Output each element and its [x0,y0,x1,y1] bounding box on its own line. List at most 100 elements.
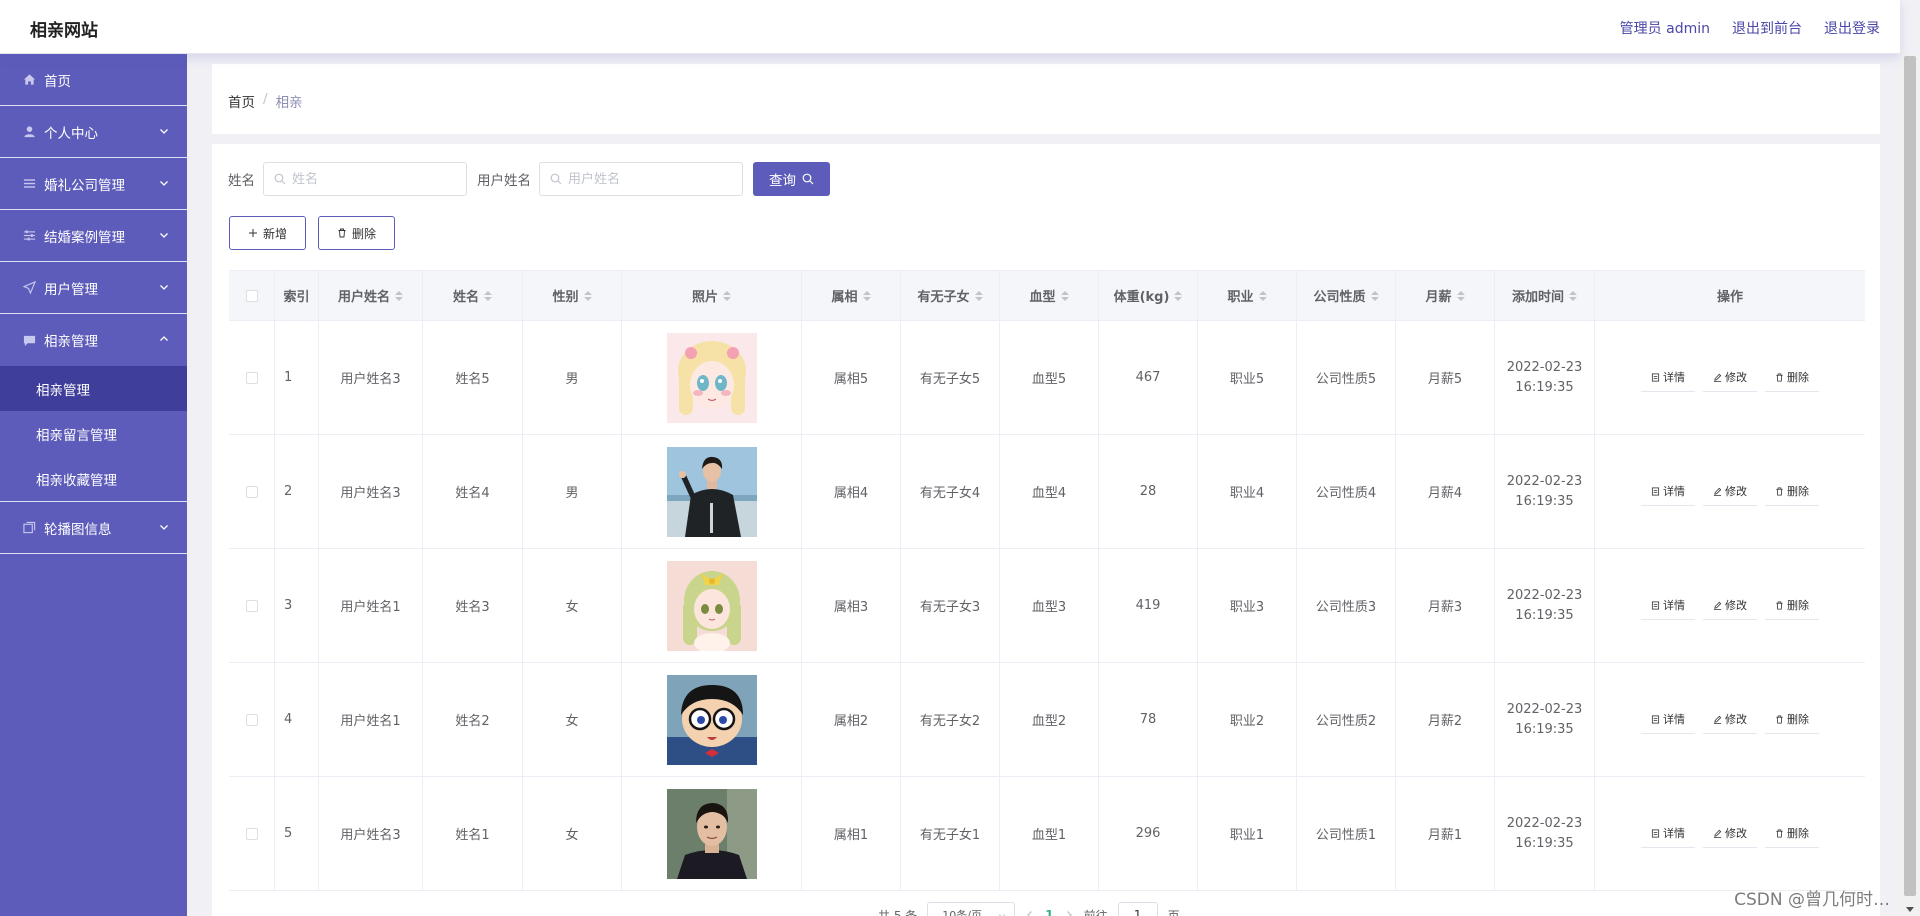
header-photo[interactable]: 照片 [622,271,802,320]
edit-button[interactable]: 修改 [1703,363,1757,392]
scroll-down-arrow-icon[interactable] [1905,904,1915,914]
edit-button[interactable]: 修改 [1703,705,1757,734]
row-checkbox[interactable] [245,371,258,384]
edit-button[interactable]: 修改 [1703,819,1757,848]
sidebar-subitem-favorites[interactable]: 相亲收藏管理 [0,456,187,501]
current-page-number[interactable]: 1 [1045,908,1053,916]
search-icon [802,173,814,185]
detail-button[interactable]: 详情 [1641,705,1695,734]
cell-name: 姓名5 [423,321,523,434]
profile-photo-man-seaside[interactable] [666,446,757,537]
row-select-cell[interactable] [229,549,275,662]
delete-button[interactable]: 删除 [1765,363,1819,392]
sidebar-submenu: 相亲管理 相亲留言管理 相亲收藏管理 [0,366,187,502]
profile-photo-cartoon-boy-glasses[interactable] [666,674,757,765]
header-select-all[interactable] [229,271,275,320]
header-label: 照片 [691,290,718,305]
goto-page-input[interactable] [1117,902,1158,916]
sidebar-item-carousel[interactable]: 轮播图信息 [0,502,187,554]
detail-button[interactable]: 详情 [1641,363,1695,392]
sort-icon[interactable] [484,290,492,301]
sort-icon[interactable] [583,290,592,301]
row-select-cell[interactable] [229,777,275,890]
sort-icon[interactable] [1174,290,1183,301]
sidebar-item-personal-center[interactable]: 个人中心 [0,106,187,158]
sort-icon[interactable] [1060,290,1069,301]
header-weight[interactable]: 体重(kg) [1099,271,1198,320]
cell-salary: 月薪3 [1396,549,1495,662]
name-input[interactable] [292,171,462,187]
query-button[interactable]: 查询 [753,162,830,196]
edit-button[interactable]: 修改 [1703,591,1757,620]
sort-icon[interactable] [395,290,403,301]
header-company-type[interactable]: 公司性质 [1297,271,1396,320]
sidebar-subitem-messages[interactable]: 相亲留言管理 [0,411,187,456]
header-username[interactable]: 用户姓名 [319,271,423,320]
add-button[interactable]: 新增 [229,216,307,250]
header-salary[interactable]: 月薪 [1396,271,1495,320]
breadcrumb-home[interactable]: 首页 [228,91,255,111]
row-select-cell[interactable] [229,435,275,548]
profile-photo-anime-girl-blonde[interactable] [666,332,757,423]
gallery-icon [22,521,36,535]
profile-photo-anime-girl-green-hair[interactable] [666,560,757,651]
detail-button[interactable]: 详情 [1641,591,1695,620]
header-gender[interactable]: 性别 [523,271,622,320]
delete-button[interactable]: 删除 [1765,591,1819,620]
header-children[interactable]: 有无子女 [901,271,1000,320]
cell-gender: 男 [523,321,622,434]
next-page-icon[interactable] [1064,910,1074,916]
header-added-time[interactable]: 添加时间 [1495,271,1595,320]
detail-button[interactable]: 详情 [1641,819,1695,848]
chevron-down-icon [159,228,169,244]
sidebar-item-wedding-company[interactable]: 婚礼公司管理 [0,158,187,210]
header-zodiac[interactable]: 属相 [802,271,901,320]
edit-button[interactable]: 修改 [1703,477,1757,506]
sidebar-item-matchmaking[interactable]: 相亲管理 [0,314,187,366]
delete-button-label: 删除 [1787,486,1809,498]
row-checkbox[interactable] [245,713,258,726]
sidebar-item-users[interactable]: 用户管理 [0,262,187,314]
header-blood-type[interactable]: 血型 [1000,271,1099,320]
delete-button[interactable]: 删除 [1765,819,1819,848]
row-checkbox[interactable] [245,485,258,498]
bulk-delete-button-label: 删除 [352,226,377,241]
row-select-cell[interactable] [229,663,275,776]
cell-name: 姓名2 [423,663,523,776]
header-name[interactable]: 姓名 [423,271,523,320]
top-bar: 相亲网站 管理员 admin 退出到前台 退出登录 [0,0,1900,54]
page-size-select[interactable]: 10条/页 [927,902,1016,916]
admin-label[interactable]: 管理员 admin [1620,18,1710,38]
sidebar-subitem-matchmaking[interactable]: 相亲管理 [0,366,187,411]
added-clock: 16:19:35 [1515,493,1574,509]
profile-photo-man-portrait[interactable] [666,788,757,879]
sidebar-item-home[interactable]: 首页 [0,54,187,106]
sort-icon[interactable] [862,290,871,301]
logout-link[interactable]: 退出登录 [1824,18,1880,38]
scrollbar-thumb[interactable] [1904,56,1916,896]
row-checkbox[interactable] [245,599,258,612]
delete-button[interactable]: 删除 [1765,477,1819,506]
prev-page-icon[interactable] [1025,910,1035,916]
chevron-down-icon [159,124,169,140]
sort-icon[interactable] [723,290,731,301]
frontend-link[interactable]: 退出到前台 [1732,18,1802,38]
sort-icon[interactable] [1456,290,1465,301]
username-input[interactable] [568,171,738,187]
select-all-checkbox[interactable] [245,289,258,302]
cell-added-time: 2022-02-23 16:19:35 [1495,663,1595,776]
header-job[interactable]: 职业 [1198,271,1297,320]
sort-icon[interactable] [1569,290,1577,301]
goto-suffix: 页 [1167,908,1180,916]
sort-icon[interactable] [1258,290,1267,301]
delete-button[interactable]: 删除 [1765,705,1819,734]
page-scrollbar[interactable] [1900,54,1920,916]
sidebar-item-wedding-cases[interactable]: 结婚案例管理 [0,210,187,262]
pencil-icon [1713,601,1722,610]
bulk-delete-button[interactable]: 删除 [318,216,396,250]
row-select-cell[interactable] [229,321,275,434]
sort-icon[interactable] [974,290,983,301]
detail-button[interactable]: 详情 [1641,477,1695,506]
sort-icon[interactable] [1370,290,1379,301]
row-checkbox[interactable] [245,827,258,840]
